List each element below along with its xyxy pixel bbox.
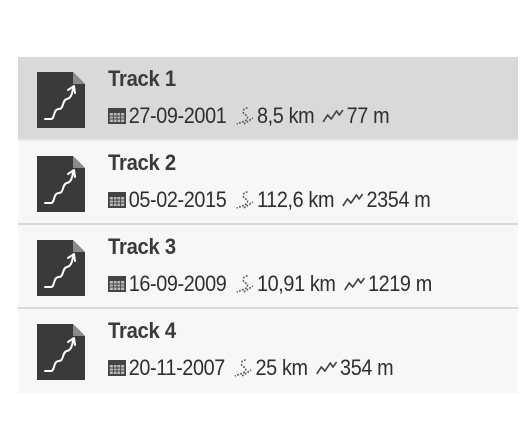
track-list-item[interactable]: Track 3 16-09-2009 10,91 km 1219 m xyxy=(18,225,518,309)
track-name: Track 4 xyxy=(108,318,176,343)
track-date: 20-11-2007 xyxy=(128,355,226,380)
route-distance-icon xyxy=(236,107,253,125)
track-name: Track 3 xyxy=(108,234,176,259)
track-list-item[interactable]: Track 4 20-11-2007 25 km 354 m xyxy=(18,309,518,393)
elevation-icon xyxy=(315,361,338,375)
track-name: Track 2 xyxy=(108,150,176,175)
track-name: Track 1 xyxy=(108,66,176,91)
track-elevation: 77 m xyxy=(346,103,390,128)
track-list: Track 1 27-09-2001 8,5 km 77 m Track 2 0… xyxy=(18,57,518,393)
elevation-icon xyxy=(342,193,364,207)
route-distance-icon xyxy=(236,275,253,293)
track-list-item[interactable]: Track 1 27-09-2001 8,5 km 77 m xyxy=(18,57,518,141)
elevation-icon xyxy=(343,277,365,291)
track-distance: 8,5 km xyxy=(256,103,315,128)
track-file-icon xyxy=(37,156,85,212)
track-file-icon xyxy=(37,72,85,128)
track-meta: 05-02-2015 112,6 km 2354 m xyxy=(108,186,431,214)
calendar-icon xyxy=(108,360,126,376)
track-meta: 16-09-2009 10,91 km 1219 m xyxy=(108,270,432,298)
calendar-icon xyxy=(108,108,126,124)
track-elevation: 1219 m xyxy=(367,271,432,296)
track-elevation: 354 m xyxy=(340,355,394,380)
calendar-icon xyxy=(108,276,126,292)
track-date: 05-02-2015 xyxy=(128,187,227,212)
route-distance-icon xyxy=(236,191,253,209)
track-distance: 10,91 km xyxy=(256,271,336,296)
elevation-icon xyxy=(322,109,344,123)
track-date: 16-09-2009 xyxy=(128,271,227,296)
track-file-icon xyxy=(37,240,85,296)
track-distance: 25 km xyxy=(255,355,308,380)
track-elevation: 2354 m xyxy=(366,187,431,212)
track-file-icon xyxy=(37,324,85,380)
track-date: 27-09-2001 xyxy=(128,103,227,128)
track-distance: 112,6 km xyxy=(256,187,335,212)
track-meta: 20-11-2007 25 km 354 m xyxy=(108,354,394,382)
track-list-item[interactable]: Track 2 05-02-2015 112,6 km 2354 m xyxy=(18,141,518,225)
route-distance-icon xyxy=(234,359,252,377)
calendar-icon xyxy=(108,192,126,208)
track-meta: 27-09-2001 8,5 km 77 m xyxy=(108,102,390,130)
